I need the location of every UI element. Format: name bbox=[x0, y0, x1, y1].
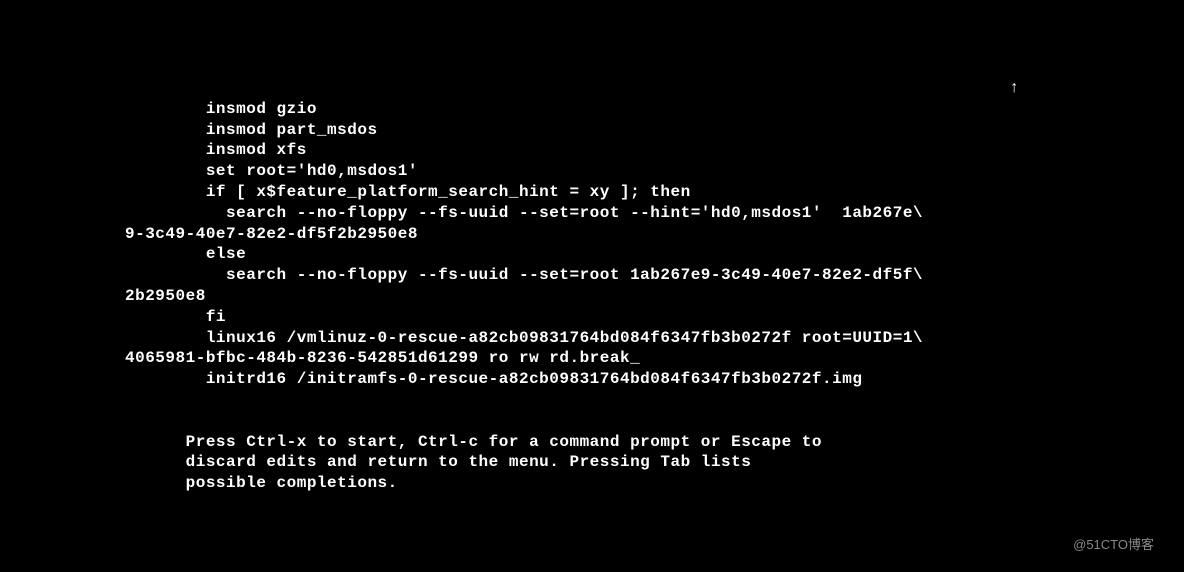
grub-line: if [ x$feature_platform_search_hint = xy… bbox=[125, 183, 691, 201]
grub-line: 9-3c49-40e7-82e2-df5f2b2950e8 bbox=[125, 225, 418, 243]
grub-line-cursor: 4065981-bfbc-484b-8236-542851d61299 ro r… bbox=[125, 349, 640, 367]
grub-editor[interactable]: insmod gzio insmod part_msdos insmod xfs… bbox=[0, 0, 1184, 494]
grub-line: insmod part_msdos bbox=[125, 121, 378, 139]
grub-line: insmod gzio bbox=[125, 100, 317, 118]
grub-help-line: discard edits and return to the menu. Pr… bbox=[125, 453, 751, 471]
watermark-text: @51CTO博客 bbox=[1073, 537, 1154, 554]
grub-line: search --no-floppy --fs-uuid --set=root … bbox=[125, 266, 923, 284]
scroll-up-arrow-icon: ↑ bbox=[1009, 78, 1019, 99]
grub-line: 2b2950e8 bbox=[125, 287, 206, 305]
grub-help-line: Press Ctrl-x to start, Ctrl-c for a comm… bbox=[125, 433, 822, 451]
grub-line: search --no-floppy --fs-uuid --set=root … bbox=[125, 204, 923, 222]
grub-line: else bbox=[125, 245, 246, 263]
grub-line: initrd16 /initramfs-0-rescue-a82cb098317… bbox=[125, 370, 862, 388]
grub-help-line: possible completions. bbox=[125, 474, 398, 492]
grub-line: linux16 /vmlinuz-0-rescue-a82cb09831764b… bbox=[125, 329, 923, 347]
grub-line: set root='hd0,msdos1' bbox=[125, 162, 418, 180]
grub-line: fi bbox=[125, 308, 226, 326]
grub-line: insmod xfs bbox=[125, 141, 307, 159]
